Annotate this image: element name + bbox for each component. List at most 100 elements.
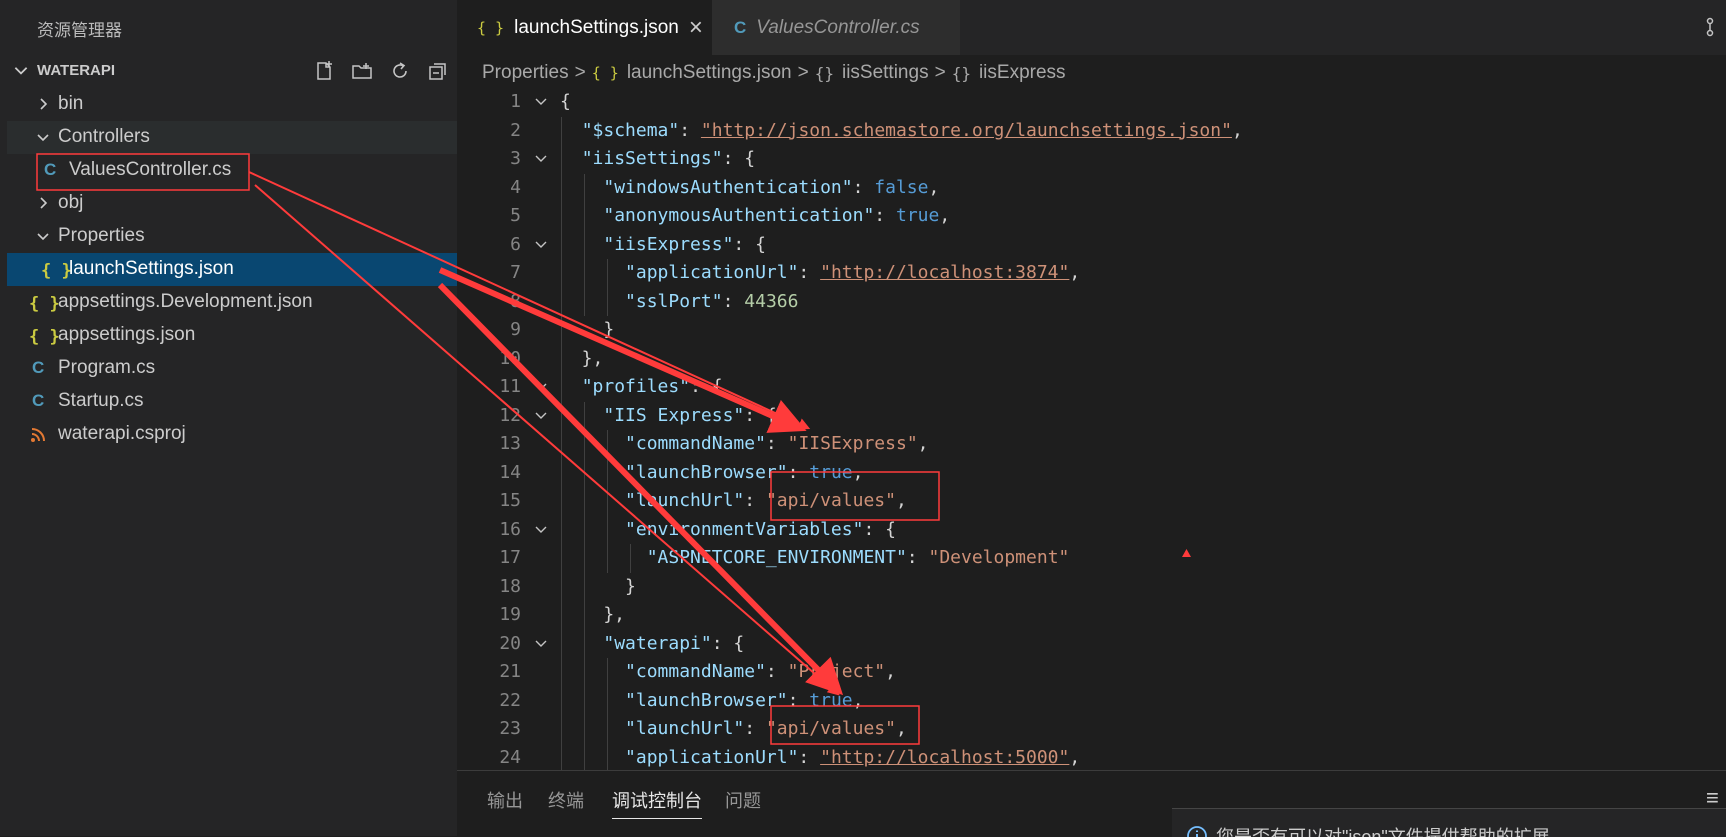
code-line: 8 "sslPort": 44366 bbox=[457, 288, 1726, 316]
explorer-sidebar: 资源管理器 WATERAPI bin Controllers C ValuesC… bbox=[0, 0, 457, 836]
code-text: "waterapi": { bbox=[560, 633, 744, 654]
refresh-icon[interactable] bbox=[387, 58, 413, 84]
fold-chevron-icon[interactable] bbox=[533, 635, 549, 651]
line-number: 4 bbox=[510, 176, 521, 198]
tree-item-label: ValuesController.cs bbox=[69, 159, 232, 180]
json-boolean: false bbox=[874, 176, 929, 198]
breadcrumb-item[interactable]: iisSettings bbox=[842, 62, 929, 84]
csharp-file-icon: C bbox=[44, 160, 57, 179]
json-key: "windowsAuthentication" bbox=[603, 176, 853, 198]
tree-file-program[interactable]: C Program.cs bbox=[7, 352, 457, 385]
code-line: 14 "launchBrowser": true, bbox=[457, 459, 1726, 487]
json-punctuation bbox=[560, 405, 603, 426]
line-number: 12 bbox=[499, 404, 521, 426]
code-line: 24 "applicationUrl": "http://localhost:5… bbox=[457, 744, 1726, 771]
json-punctuation: : { bbox=[733, 233, 766, 255]
json-punctuation: : bbox=[906, 547, 929, 568]
code-line: 9 } bbox=[457, 316, 1726, 344]
new-file-icon[interactable] bbox=[311, 58, 337, 84]
code-text: "applicationUrl": "http://localhost:5000… bbox=[560, 747, 1080, 768]
json-punctuation bbox=[560, 433, 625, 454]
json-punctuation bbox=[560, 633, 603, 654]
fold-chevron-icon[interactable] bbox=[533, 407, 549, 423]
tree-folder-obj[interactable]: obj bbox=[7, 187, 457, 220]
json-punctuation: : { bbox=[863, 518, 896, 540]
code-text: "iisSettings": { bbox=[560, 148, 755, 169]
line-number: 18 bbox=[499, 575, 521, 597]
code-text: "iisExpress": { bbox=[560, 234, 766, 255]
code-line: 4 "windowsAuthentication": false, bbox=[457, 174, 1726, 202]
fold-chevron-icon[interactable] bbox=[533, 236, 549, 252]
breadcrumb-item[interactable]: iisExpress bbox=[979, 62, 1066, 84]
json-punctuation: : bbox=[722, 290, 745, 312]
code-text: "launchBrowser": true, bbox=[560, 462, 863, 483]
tree-folder-controllers[interactable]: Controllers bbox=[7, 121, 457, 154]
json-boolean: true bbox=[809, 689, 853, 711]
tree-item-label: appsettings.json bbox=[58, 324, 196, 345]
json-string: "http://localhost:5000" bbox=[820, 746, 1070, 768]
workspace-section-header[interactable]: WATERAPI bbox=[0, 55, 457, 85]
line-number: 10 bbox=[499, 347, 521, 369]
json-punctuation: : bbox=[787, 689, 810, 711]
json-key: "launchUrl" bbox=[625, 490, 745, 511]
tree-file-csproj[interactable]: waterapi.csproj bbox=[7, 418, 457, 451]
fold-chevron-icon[interactable] bbox=[533, 93, 549, 109]
json-key: "profiles" bbox=[581, 376, 691, 397]
notification-toast[interactable]: 您是否有可以对"json"文件提供帮助的扩展 bbox=[1172, 808, 1726, 837]
tree-item-label: Startup.cs bbox=[58, 390, 144, 411]
json-key: "ASPNETCORE_ENVIRONMENT" bbox=[646, 547, 907, 568]
fold-chevron-icon[interactable] bbox=[533, 378, 549, 394]
breadcrumb-item[interactable]: Properties bbox=[482, 62, 569, 84]
tab-launchsettings[interactable]: { } launchSettings.json × bbox=[457, 0, 712, 55]
panel-tab-terminal[interactable]: 终端 bbox=[548, 787, 584, 813]
tab-valuescontroller[interactable]: C ValuesController.cs bbox=[712, 0, 960, 55]
tree-file-launchsettings[interactable]: { } launchSettings.json bbox=[7, 253, 457, 286]
tree-item-label: bin bbox=[58, 93, 84, 114]
code-line: 23 "launchUrl": "api/values", bbox=[457, 715, 1726, 743]
source-control-icon[interactable] bbox=[1704, 16, 1724, 38]
close-icon[interactable]: × bbox=[689, 14, 703, 42]
panel-tab-debug-console[interactable]: 调试控制台 bbox=[612, 787, 702, 819]
code-line: 22 "launchBrowser": true, bbox=[457, 687, 1726, 715]
json-punctuation bbox=[560, 547, 647, 568]
tree-file-appsettings-development[interactable]: { } appsettings.Development.json bbox=[7, 286, 457, 319]
code-line: 5 "anonymousAuthentication": true, bbox=[457, 202, 1726, 230]
code-editor[interactable]: 1{2 "$schema": "http://json.schemastore.… bbox=[457, 88, 1726, 770]
code-text: "launchUrl": "api/values", bbox=[560, 718, 907, 739]
new-folder-icon[interactable] bbox=[349, 58, 375, 84]
code-text: "anonymousAuthentication": true, bbox=[560, 205, 950, 226]
json-punctuation: }, bbox=[560, 347, 604, 369]
collapse-all-icon[interactable] bbox=[425, 58, 451, 84]
code-line: 18 } bbox=[457, 573, 1726, 601]
json-key: "$schema" bbox=[581, 119, 680, 141]
code-line: 10 }, bbox=[457, 345, 1726, 373]
tab-label: launchSettings.json bbox=[514, 16, 679, 38]
tree-folder-properties[interactable]: Properties bbox=[7, 220, 457, 253]
chevron-down-icon bbox=[37, 134, 49, 142]
tree-folder-bin[interactable]: bin bbox=[7, 88, 457, 121]
fold-chevron-icon[interactable] bbox=[533, 521, 549, 537]
panel-tab-output[interactable]: 输出 bbox=[487, 787, 523, 813]
code-line: 7 "applicationUrl": "http://localhost:38… bbox=[457, 259, 1726, 287]
fold-chevron-icon[interactable] bbox=[533, 150, 549, 166]
line-number: 23 bbox=[499, 718, 521, 739]
tree-file-appsettings[interactable]: { } appsettings.json bbox=[7, 319, 457, 352]
line-number: 21 bbox=[499, 661, 521, 682]
json-punctuation: , bbox=[1231, 119, 1243, 141]
tree-file-valuescontroller[interactable]: C ValuesController.cs bbox=[7, 154, 457, 187]
code-line: 16 "environmentVariables": { bbox=[457, 516, 1726, 544]
json-punctuation bbox=[560, 718, 625, 739]
chevron-down-icon bbox=[37, 233, 49, 241]
explorer-title: 资源管理器 bbox=[37, 21, 122, 40]
code-text: { bbox=[560, 91, 571, 112]
tree-file-startup[interactable]: C Startup.cs bbox=[7, 385, 457, 418]
rss-file-icon bbox=[31, 428, 45, 442]
breadcrumb: Properties > { } launchSettings.json > {… bbox=[482, 58, 1066, 88]
breadcrumb-item[interactable]: launchSettings.json bbox=[627, 62, 792, 84]
panel-tab-problems[interactable]: 问题 bbox=[725, 787, 761, 813]
json-key: "waterapi" bbox=[603, 632, 712, 654]
chevron-right-icon bbox=[40, 98, 48, 110]
json-key: "sslPort" bbox=[625, 290, 723, 312]
code-line: 1{ bbox=[457, 88, 1726, 116]
json-punctuation bbox=[560, 234, 603, 255]
